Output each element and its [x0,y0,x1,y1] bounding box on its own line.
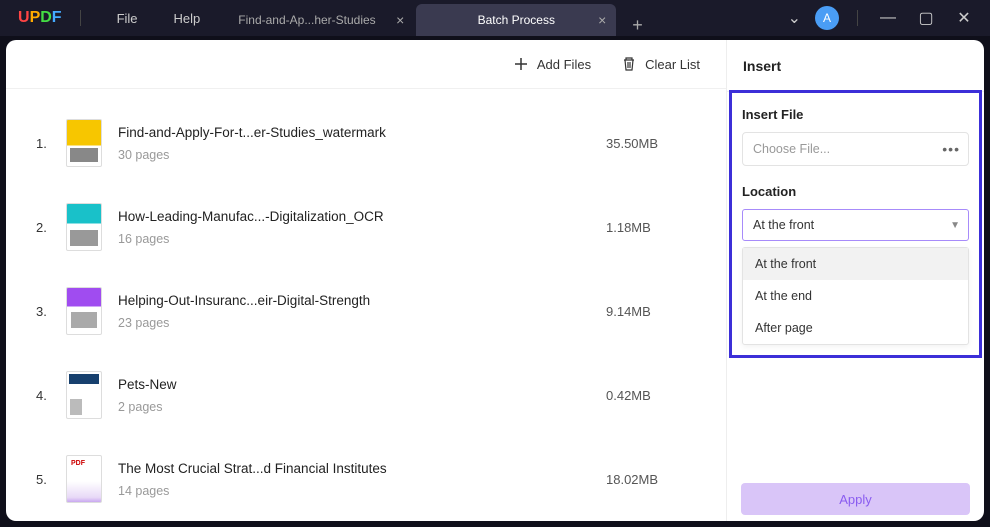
menu-file[interactable]: File [99,11,156,26]
thumbnail [66,287,102,335]
file-name: Find-and-Apply-For-t...er-Studies_waterm… [118,125,606,140]
thumbnail [66,371,102,419]
trash-icon [621,56,637,72]
title-bar: UPDF File Help Find-and-Ap...her-Studies… [0,0,990,36]
location-select[interactable]: At the front ▼ [742,209,969,241]
list-item[interactable]: 3. Helping-Out-Insuranc...eir-Digital-St… [36,269,696,353]
thumbnail [66,203,102,251]
thumbnail: PDF [66,455,102,503]
pdf-tag: PDF [71,460,85,467]
list-item[interactable]: 2. How-Leading-Manufac...-Digitalization… [36,185,696,269]
row-number: 2. [36,220,66,235]
button-label: Add Files [537,57,591,72]
tab-label: Find-and-Ap...her-Studies [238,13,375,27]
button-label: Clear List [645,57,700,72]
option-at-the-end[interactable]: At the end [743,280,968,312]
list-item[interactable]: 1. Find-and-Apply-For-t...er-Studies_wat… [36,101,696,185]
plus-icon [513,56,529,72]
thumbnail [66,119,102,167]
file-size: 9.14MB [606,304,696,319]
panel-title: Insert [743,58,781,74]
file-list: 1. Find-and-Apply-For-t...er-Studies_wat… [6,89,726,521]
selected-value: At the front [753,218,814,232]
side-header: Insert [727,40,984,92]
tab-batch-process[interactable]: Batch Process × [416,4,616,36]
file-name: The Most Crucial Strat...d Financial Ins… [118,461,606,476]
option-after-page[interactable]: After page [743,312,968,344]
option-at-the-front[interactable]: At the front [743,248,968,280]
close-icon[interactable]: × [598,12,606,28]
app-logo: UPDF [18,9,62,27]
apply-button[interactable]: Apply [741,483,970,515]
placeholder-text: Choose File... [753,142,830,156]
main-pane: Add Files Clear List 1. Find-and-Apply-F… [6,40,726,521]
close-button[interactable]: ✕ [952,8,976,28]
apply-bar: Apply [727,473,984,521]
insert-settings: Insert File Choose File... ••• Location … [729,90,982,358]
file-name: How-Leading-Manufac...-Digitalization_OC… [118,209,606,224]
ellipsis-icon[interactable]: ••• [942,141,960,157]
tab-document[interactable]: Find-and-Ap...her-Studies × [226,4,416,36]
separator [857,10,858,26]
separator [80,10,81,26]
row-number: 5. [36,472,66,487]
maximize-button[interactable]: ▢ [914,8,938,28]
file-info: The Most Crucial Strat...d Financial Ins… [118,461,606,498]
tab-strip: Find-and-Ap...her-Studies × Batch Proces… [226,0,643,36]
choose-file-input[interactable]: Choose File... ••• [742,132,969,166]
avatar[interactable]: A [815,6,839,30]
insert-file-label: Insert File [742,107,969,122]
file-info: Helping-Out-Insuranc...eir-Digital-Stren… [118,293,606,330]
tab-label: Batch Process [478,13,555,27]
add-files-button[interactable]: Add Files [513,56,591,72]
row-number: 1. [36,136,66,151]
file-pages: 23 pages [118,316,606,330]
file-pages: 2 pages [118,400,606,414]
toolbar: Add Files Clear List [6,40,726,89]
location-dropdown: At the front At the end After page [742,247,969,345]
file-size: 0.42MB [606,388,696,403]
workspace: Add Files Clear List 1. Find-and-Apply-F… [0,36,990,527]
file-size: 18.02MB [606,472,696,487]
close-icon[interactable]: × [396,12,404,28]
clear-list-button[interactable]: Clear List [621,56,700,72]
chevron-down-icon: ▼ [950,220,960,231]
list-item[interactable]: 4. Pets-New 2 pages 0.42MB [36,353,696,437]
location-label: Location [742,184,969,199]
file-info: Pets-New 2 pages [118,377,606,414]
file-size: 35.50MB [606,136,696,151]
chevron-down-icon[interactable]: ⌄ [788,8,801,28]
list-item[interactable]: 5. PDF The Most Crucial Strat...d Financ… [36,437,696,521]
file-pages: 14 pages [118,484,606,498]
side-panel: Insert Insert File Choose File... ••• Lo… [726,40,984,521]
row-number: 4. [36,388,66,403]
file-pages: 16 pages [118,232,606,246]
file-name: Pets-New [118,377,606,392]
file-info: Find-and-Apply-For-t...er-Studies_waterm… [118,125,606,162]
menu-help[interactable]: Help [156,11,219,26]
minimize-button[interactable]: — [876,9,900,27]
file-info: How-Leading-Manufac...-Digitalization_OC… [118,209,606,246]
location-section: Location At the front ▼ At the front At … [742,184,969,345]
file-pages: 30 pages [118,148,606,162]
new-tab-button[interactable]: + [632,15,643,36]
row-number: 3. [36,304,66,319]
file-name: Helping-Out-Insuranc...eir-Digital-Stren… [118,293,606,308]
titlebar-right: ⌄ A — ▢ ✕ [788,6,990,30]
file-size: 1.18MB [606,220,696,235]
